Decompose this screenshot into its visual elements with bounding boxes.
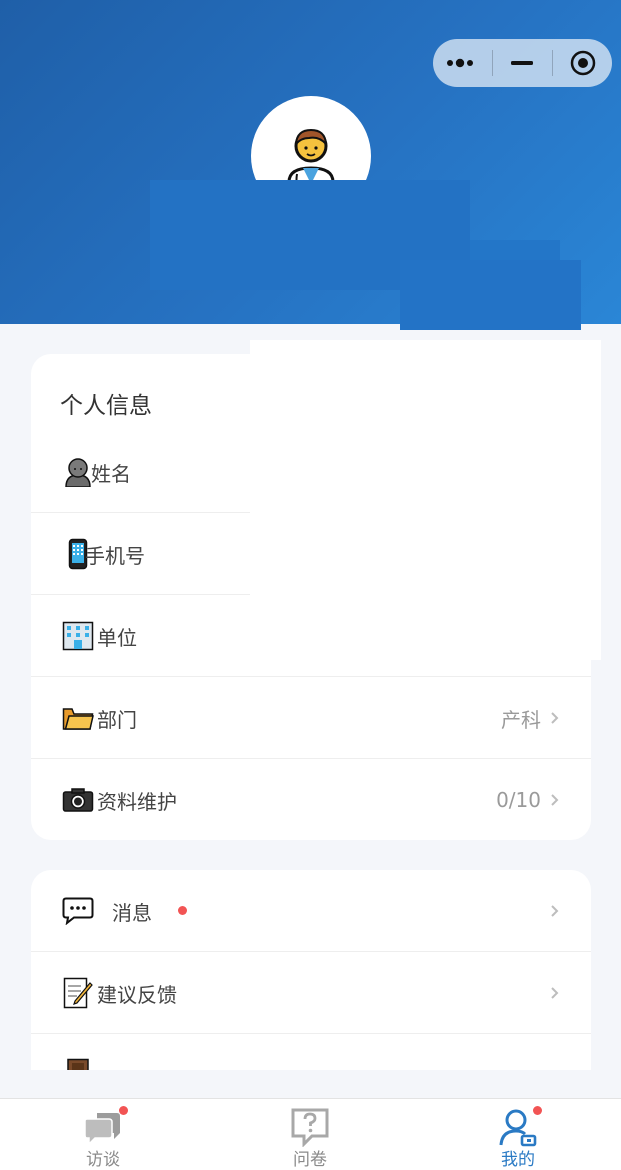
tab-interview[interactable]: 访谈 [53,1099,153,1170]
chevron-right-icon [551,987,559,999]
row-phone-label: 手机号 [85,543,145,568]
memo-icon [61,976,95,1010]
message-icon [61,894,95,928]
personal-info-title: 个人信息 [60,393,152,419]
bottom-tab-bar: 访谈 问卷 我的 [0,1098,621,1170]
capsule-divider [491,50,493,76]
row-feedback[interactable]: 建议反馈 [31,952,591,1034]
capsule-divider [552,50,554,76]
questionnaire-icon [291,1108,329,1147]
row-name-label: 姓名 [91,461,131,486]
tab-profile-label: 我的 [501,1150,535,1170]
target-circle-icon[interactable] [555,39,611,87]
tab-questionnaire[interactable]: 问卷 [260,1099,360,1170]
tab-badge [119,1106,128,1115]
minimize-icon[interactable] [494,39,550,87]
interview-icon [84,1113,120,1146]
tab-questionnaire-label: 问卷 [293,1150,327,1170]
chevron-right-icon [551,712,559,724]
person-icon [61,455,95,489]
profile-page: 个人信息 姓名 手机号 单位 部门 产科 资料维护 0/10 消息 建议反馈 访… [0,0,621,1170]
folder-icon [61,701,95,735]
menu-card: 消息 建议反馈 [31,870,591,1070]
row-feedback-label: 建议反馈 [97,982,177,1007]
door-icon [61,1058,95,1070]
redaction-block [400,260,581,330]
chevron-right-icon [551,905,559,917]
row-messages[interactable]: 消息 [31,870,591,952]
redaction-block [250,340,601,660]
mini-program-capsule [433,39,612,87]
building-icon [61,619,95,653]
row-organization-label: 单位 [97,625,137,650]
tab-badge [533,1106,542,1115]
row-department-label: 部门 [97,707,137,732]
more-dots-icon[interactable] [434,39,490,87]
unread-badge [178,906,187,915]
tab-profile[interactable]: 我的 [468,1099,568,1170]
row-department-value: 产科 [501,707,541,732]
row-document-maintenance-label: 资料维护 [97,789,177,814]
row-document-maintenance-value: 0/10 [496,788,541,812]
row-partial[interactable] [31,1034,591,1070]
camera-icon [61,783,95,817]
row-messages-label: 消息 [112,900,152,925]
row-department[interactable]: 部门 产科 [31,677,591,759]
chevron-right-icon [551,794,559,806]
tab-interview-label: 访谈 [86,1150,120,1170]
profile-icon [499,1109,537,1147]
row-document-maintenance[interactable]: 资料维护 0/10 [31,759,591,840]
